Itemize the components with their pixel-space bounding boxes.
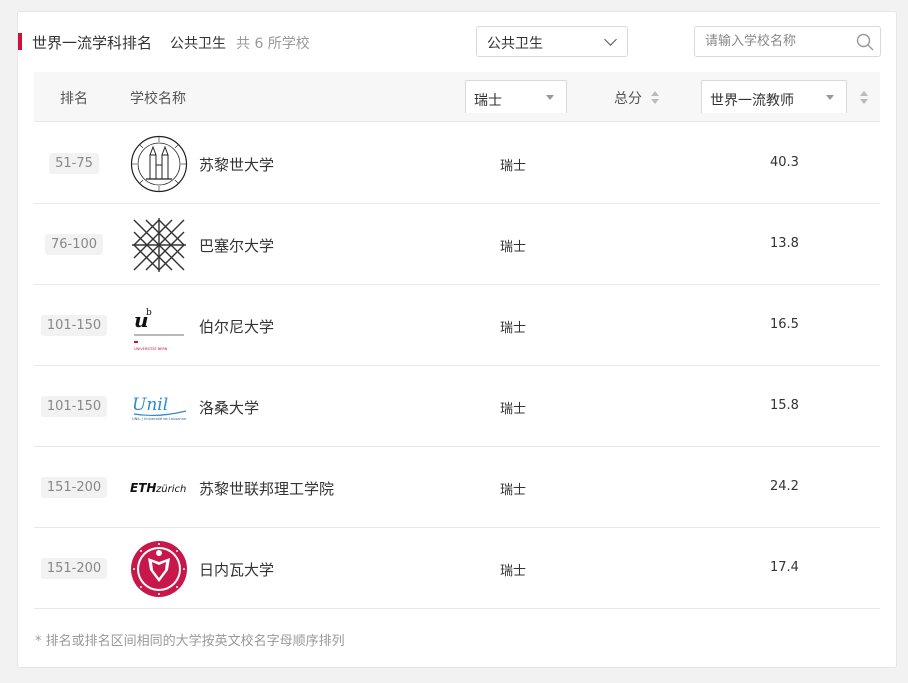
table-header: 排名 学校名称 瑞士 总分 世界一流教师 <box>34 72 880 122</box>
geneva-seal-icon <box>131 541 187 597</box>
school-score: 24.2 <box>770 479 799 494</box>
rank-badge: 101-150 <box>40 396 108 417</box>
search-input[interactable] <box>695 27 845 56</box>
svg-text:UNIVERSITÄT BERN: UNIVERSITÄT BERN <box>134 346 168 351</box>
school-score: 13.8 <box>770 236 799 251</box>
column-total-score[interactable]: 总分 <box>614 88 642 108</box>
svg-text:zürich: zürich <box>155 484 186 495</box>
table-row[interactable]: 151-200 ETH zürich 苏黎世联邦理工学院 瑞士 24.2 <box>34 447 880 528</box>
card-header: 世界一流学科排名 公共卫生 共 6 所学校 公共卫生 <box>18 26 896 57</box>
school-name[interactable]: 伯尔尼大学 <box>199 316 274 337</box>
school-score: 17.4 <box>770 560 799 575</box>
bern-ub-icon: u b UNIVERSITÄT BERN <box>134 308 184 351</box>
indicator-filter-select[interactable]: 世界一流教师 <box>701 80 847 113</box>
school-country: 瑞士 <box>500 321 527 336</box>
eth-wordmark-icon: ETH zürich <box>130 481 186 495</box>
subject-select-value: 公共卫生 <box>487 36 543 52</box>
svg-text:ETH: ETH <box>130 481 156 495</box>
school-name[interactable]: 巴塞尔大学 <box>199 235 274 256</box>
column-rank: 排名 <box>60 91 88 107</box>
school-name[interactable]: 洛桑大学 <box>199 397 259 418</box>
country-filter-value: 瑞士 <box>474 93 502 109</box>
table-row[interactable]: 51-75 苏黎世大学 瑞士 40.3 <box>34 123 880 204</box>
caret-down-icon <box>546 95 554 100</box>
rank-badge: 151-200 <box>40 477 108 498</box>
rank-badge: 151-200 <box>40 558 108 579</box>
rank-badge: 51-75 <box>49 153 99 174</box>
school-country: 瑞士 <box>500 240 527 255</box>
sort-icon[interactable] <box>860 91 868 105</box>
svg-text:UNIL | Université de Lausanne: UNIL | Université de Lausanne <box>132 417 187 421</box>
sort-icon[interactable] <box>651 91 659 105</box>
school-score: 40.3 <box>770 155 799 170</box>
school-score: 16.5 <box>770 317 799 332</box>
table-row[interactable]: 101-150 u b UNIVERSITÄT BERN 伯尔尼大学 瑞士 16… <box>34 285 880 366</box>
school-score: 15.8 <box>770 398 799 413</box>
page-title: 世界一流学科排名 <box>32 34 153 52</box>
school-country: 瑞士 <box>500 402 527 417</box>
accent-bar <box>18 33 22 50</box>
school-country: 瑞士 <box>500 159 527 174</box>
table-row[interactable]: 76-100 巴塞尔大学 瑞士 13.8 <box>34 204 880 285</box>
school-name[interactable]: 苏黎世联邦理工学院 <box>199 478 334 499</box>
basel-lattice-icon <box>132 218 186 272</box>
school-search[interactable] <box>694 26 881 57</box>
svg-text:Unil: Unil <box>132 395 168 415</box>
subject-select[interactable]: 公共卫生 <box>476 26 628 57</box>
country-filter-select[interactable]: 瑞士 <box>465 80 567 113</box>
rank-badge: 76-100 <box>44 234 104 255</box>
school-count: 共 6 所学校 <box>236 36 310 52</box>
column-school: 学校名称 <box>130 91 186 107</box>
indicator-filter-value: 世界一流教师 <box>710 93 794 109</box>
rank-badge: 101-150 <box>40 315 108 336</box>
table-row[interactable]: 101-150 Unil UNIL | Université de Lausan… <box>34 366 880 447</box>
caret-down-icon <box>826 95 834 100</box>
ranking-card: 世界一流学科排名 公共卫生 共 6 所学校 公共卫生 排名 学校名称 瑞士 总分… <box>17 11 897 668</box>
svg-text:b: b <box>146 308 152 318</box>
school-country: 瑞士 <box>500 483 527 498</box>
school-name[interactable]: 苏黎世大学 <box>199 154 274 175</box>
unil-wordmark-icon: Unil UNIL | Université de Lausanne <box>132 395 187 421</box>
search-icon[interactable] <box>856 33 874 51</box>
table-row[interactable]: 151-200 日内瓦大学 瑞士 17.4 <box>34 528 880 609</box>
chevron-down-icon <box>604 33 617 46</box>
subject-label: 公共卫生 <box>170 36 226 52</box>
footnote: * 排名或排名区间相同的大学按英文校名字母顺序排列 <box>35 634 345 649</box>
school-name[interactable]: 日内瓦大学 <box>199 559 274 580</box>
uzh-seal-icon <box>130 135 188 193</box>
school-country: 瑞士 <box>500 564 527 579</box>
